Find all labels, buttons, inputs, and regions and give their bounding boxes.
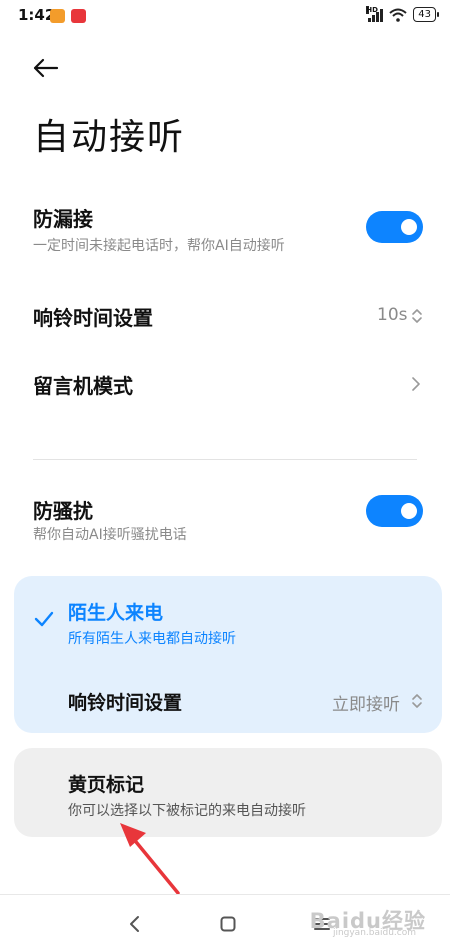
- stranger-ring-time-label: 响铃时间设置: [68, 692, 183, 714]
- ring-time-label: 响铃时间设置: [33, 306, 153, 330]
- ring-time-value: 10s: [377, 305, 408, 325]
- stranger-ring-time-value: 立即接听: [332, 695, 400, 715]
- yellow-pages-title: 黄页标记: [68, 774, 145, 796]
- leak-answer-subtitle: 一定时间未接起电话时，帮你AI自动接听: [33, 238, 285, 254]
- check-icon: [34, 611, 54, 627]
- leak-answer-toggle[interactable]: [366, 211, 423, 243]
- divider: [33, 459, 417, 460]
- stranger-call-card[interactable]: 陌生人来电 所有陌生人来电都自动接听 响铃时间设置 立即接听: [14, 576, 442, 733]
- ring-time-row[interactable]: 响铃时间设置 10s: [0, 292, 450, 342]
- signal-icon: HD: [366, 5, 384, 22]
- chevron-up-down-icon: [412, 694, 422, 708]
- back-button[interactable]: [30, 52, 62, 84]
- battery-icon: 43: [413, 7, 439, 22]
- battery-level: 43: [418, 9, 431, 20]
- chevron-right-icon: [412, 377, 420, 391]
- nav-home-icon[interactable]: [220, 916, 236, 932]
- watermark-url: jingyan.baidu.com: [332, 928, 416, 938]
- anti-harass-subtitle: 帮你自动AI接听骚扰电话: [33, 527, 187, 543]
- status-icons: HD 43: [366, 5, 439, 22]
- chevron-up-down-icon: [412, 309, 422, 323]
- leak-answer-title: 防漏接: [33, 207, 93, 231]
- stranger-ring-time-row[interactable]: 响铃时间设置 立即接听: [14, 676, 442, 726]
- stranger-call-subtitle: 所有陌生人来电都自动接听: [68, 631, 236, 647]
- anti-harass-title: 防骚扰: [33, 499, 93, 523]
- voicemail-row[interactable]: 留言机模式: [0, 360, 450, 410]
- wifi-icon: [389, 8, 407, 22]
- annotation-arrow-icon: [120, 823, 180, 895]
- leak-answer-row[interactable]: 防漏接 一定时间未接起电话时，帮你AI自动接听: [0, 195, 450, 265]
- voicemail-label: 留言机模式: [33, 374, 133, 398]
- app-notification-icon: [71, 9, 86, 23]
- yellow-pages-card[interactable]: 黄页标记 你可以选择以下被标记的来电自动接听: [14, 748, 442, 837]
- anti-harass-row[interactable]: 防骚扰 帮你自动AI接听骚扰电话: [0, 487, 450, 557]
- page-title: 自动接听: [33, 117, 186, 158]
- network-type: HD: [366, 5, 378, 14]
- stranger-call-title: 陌生人来电: [68, 602, 164, 624]
- nav-back-icon[interactable]: [128, 915, 142, 933]
- back-arrow-icon: [33, 58, 59, 78]
- app-notification-icon: [50, 9, 65, 23]
- anti-harass-toggle[interactable]: [366, 495, 423, 527]
